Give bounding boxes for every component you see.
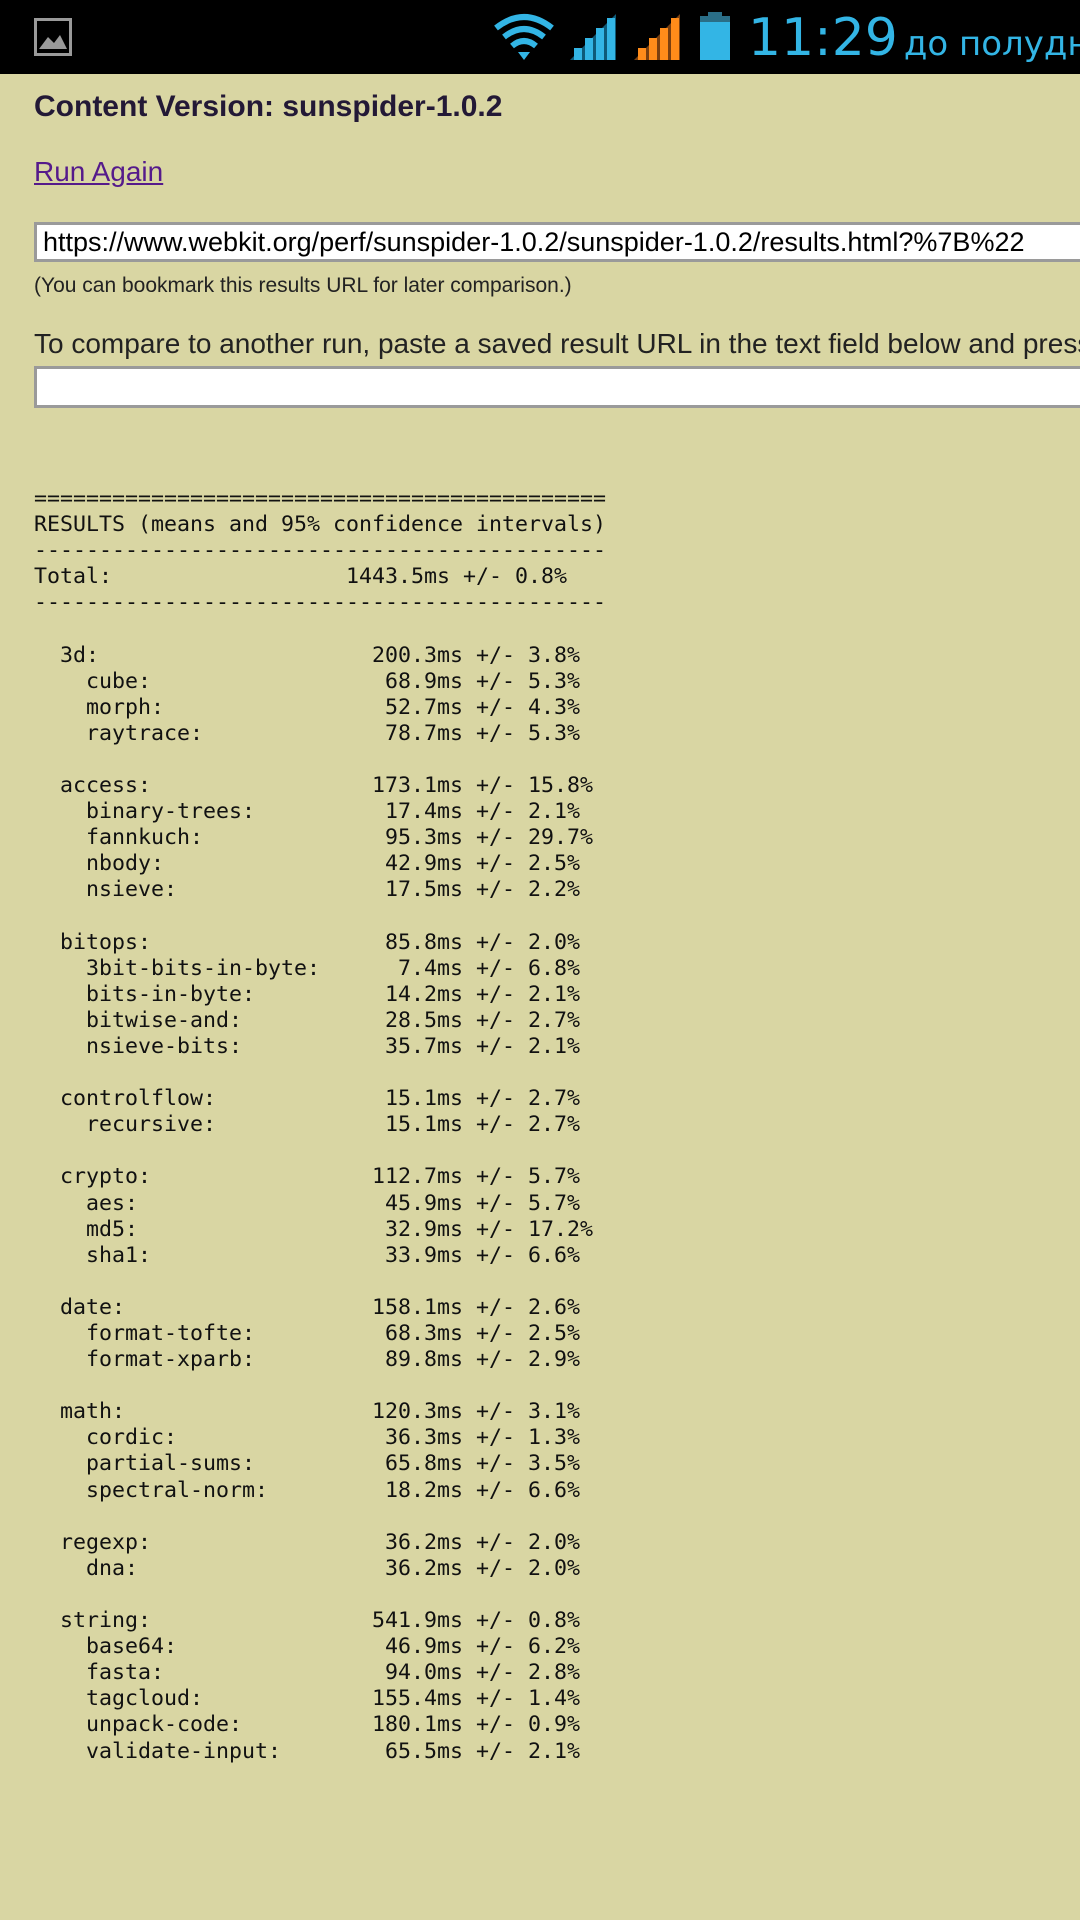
wifi-icon (494, 14, 554, 60)
results-blank-line (34, 1373, 606, 1399)
results-blank-line (34, 1504, 606, 1530)
results-test-row: md5: 32.9ms +/- 17.2% (34, 1216, 594, 1242)
content-version-heading: Content Version: sunspider-1.0.2 (34, 90, 503, 123)
clock-ampm: до полудня (903, 24, 1080, 64)
results-test-row: nsieve: 17.5ms +/- 2.2% (34, 877, 581, 903)
results-group-row: crypto: 112.7ms +/- 5.7% (34, 1164, 581, 1190)
results-test-row: cordic: 36.3ms +/- 1.3% (34, 1425, 581, 1451)
battery-icon (700, 12, 730, 60)
results-test-row: 3bit-bits-in-byte: 7.4ms +/- 6.8% (34, 955, 581, 981)
results-test-row: bits-in-byte: 14.2ms +/- 2.1% (34, 981, 581, 1007)
results-blank-line (34, 1138, 606, 1164)
clock: 11:29до полудня (748, 8, 1080, 74)
results-separator: ========================================… (34, 486, 607, 511)
results-blank-line (34, 1269, 606, 1295)
results-url-field[interactable]: https://www.webkit.org/perf/sunspider-1.… (34, 222, 1080, 262)
compare-url-input[interactable] (34, 366, 1080, 408)
results-test-row: cube: 68.9ms +/- 5.3% (34, 668, 581, 694)
results-output: ========================================… (34, 486, 606, 1765)
results-group-row: regexp: 36.2ms +/- 2.0% (34, 1529, 581, 1555)
compare-instructions: To compare to another run, paste a saved… (34, 328, 1080, 359)
results-group-row: bitops: 85.8ms +/- 2.0% (34, 929, 581, 955)
gallery-notification-icon (34, 18, 72, 56)
results-test-row: tagcloud: 155.4ms +/- 1.4% (34, 1686, 581, 1712)
results-separator: ----------------------------------------… (34, 590, 607, 616)
results-test-row: validate-input: 65.5ms +/- 2.1% (34, 1738, 581, 1764)
results-test-row: raytrace: 78.7ms +/- 5.3% (34, 720, 581, 746)
results-blank-line (34, 1582, 606, 1608)
results-heading: RESULTS (means and 95% confidence interv… (34, 512, 607, 538)
results-blank-line (34, 1060, 606, 1086)
results-total-row: Total: 1443.5ms +/- 0.8% (34, 564, 568, 590)
results-separator: ----------------------------------------… (34, 538, 607, 564)
results-test-row: sha1: 33.9ms +/- 6.6% (34, 1242, 581, 1268)
results-test-row: spectral-norm: 18.2ms +/- 6.6% (34, 1477, 581, 1503)
results-blank-line (34, 904, 606, 930)
results-test-row: partial-sums: 65.8ms +/- 3.5% (34, 1451, 581, 1477)
results-group-row: string: 541.9ms +/- 0.8% (34, 1608, 581, 1634)
results-test-row: bitwise-and: 28.5ms +/- 2.7% (34, 1007, 581, 1033)
results-group-row: controlflow: 15.1ms +/- 2.7% (34, 1086, 581, 1112)
status-bar: 11:29до полудня (0, 0, 1080, 74)
results-test-row: format-xparb: 89.8ms +/- 2.9% (34, 1347, 581, 1373)
results-blank-line (34, 616, 606, 642)
clock-time: 11:29 (748, 8, 898, 68)
results-test-row: binary-trees: 17.4ms +/- 2.1% (34, 799, 581, 825)
results-test-row: morph: 52.7ms +/- 4.3% (34, 694, 581, 720)
results-group-row: access: 173.1ms +/- 15.8% (34, 773, 594, 799)
run-again-link[interactable]: Run Again (34, 156, 163, 188)
bookmark-note: (You can bookmark this results URL for l… (34, 274, 572, 297)
results-test-row: fasta: 94.0ms +/- 2.8% (34, 1660, 581, 1686)
results-group-row: math: 120.3ms +/- 3.1% (34, 1399, 581, 1425)
results-page: Content Version: sunspider-1.0.2 Run Aga… (0, 74, 1080, 1920)
results-test-row: nbody: 42.9ms +/- 2.5% (34, 851, 581, 877)
results-blank-line (34, 747, 606, 773)
results-test-row: dna: 36.2ms +/- 2.0% (34, 1555, 581, 1581)
results-test-row: aes: 45.9ms +/- 5.7% (34, 1190, 581, 1216)
signal-roaming-icon (634, 14, 680, 60)
results-group-row: 3d: 200.3ms +/- 3.8% (34, 642, 581, 668)
signal-icon (570, 14, 616, 60)
results-group-row: date: 158.1ms +/- 2.6% (34, 1294, 581, 1320)
results-test-row: unpack-code: 180.1ms +/- 0.9% (34, 1712, 581, 1738)
results-test-row: format-tofte: 68.3ms +/- 2.5% (34, 1321, 581, 1346)
results-test-row: recursive: 15.1ms +/- 2.7% (34, 1112, 581, 1138)
results-test-row: fannkuch: 95.3ms +/- 29.7% (34, 825, 594, 851)
results-test-row: nsieve-bits: 35.7ms +/- 2.1% (34, 1033, 581, 1059)
results-test-row: base64: 46.9ms +/- 6.2% (34, 1634, 581, 1660)
